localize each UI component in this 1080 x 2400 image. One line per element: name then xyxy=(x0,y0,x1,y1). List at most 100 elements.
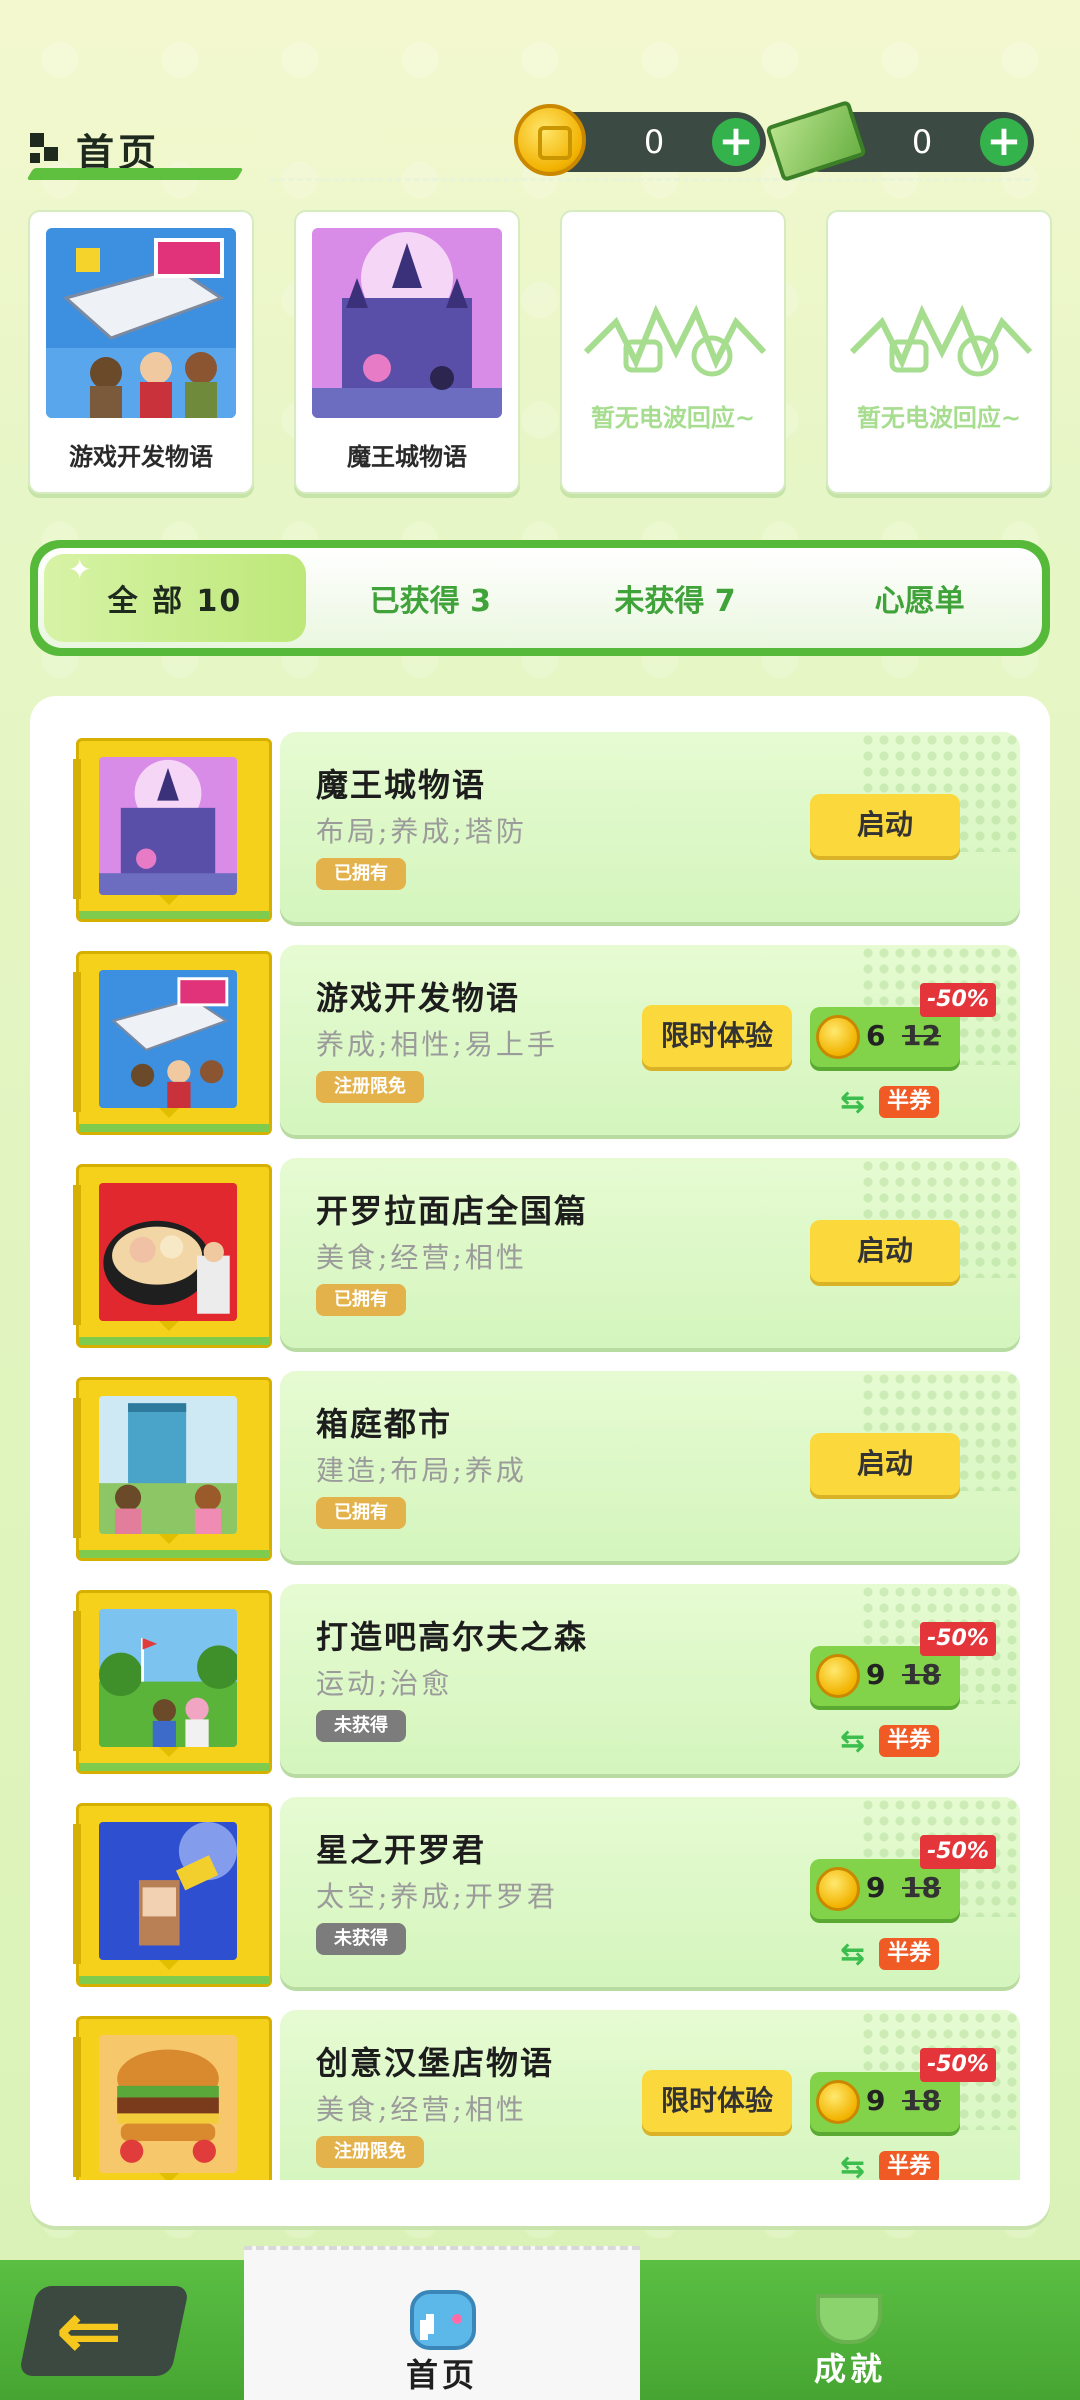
tab-owned[interactable]: 已获得 3 xyxy=(308,576,553,620)
status-badge: 已拥有 xyxy=(316,1284,406,1316)
empty-slot[interactable]: 暂无电波回应~ xyxy=(560,210,786,494)
half-coupon-tag: 半券 xyxy=(879,1725,940,1757)
header: 首页 0 + 0 + xyxy=(0,0,1080,200)
list-item[interactable]: 打造吧高尔夫之森 运动;治愈 未获得 9 18 -50% ⇆ 半券 xyxy=(73,1584,1020,1778)
nav-achievements[interactable]: 成就 xyxy=(760,2286,940,2396)
game-card[interactable]: 创意汉堡店物语 美食;经营;相性 注册限免 限时体验 9 18 -50% ⇆ 半… xyxy=(280,2010,1020,2180)
nav-home[interactable]: 首页 xyxy=(244,2246,640,2400)
half-coupon[interactable]: ⇆ 半券 xyxy=(840,2150,940,2180)
cartridge-stripe xyxy=(79,1976,269,1984)
cartridge-notch xyxy=(159,1108,179,1118)
space-icon xyxy=(99,1822,237,1960)
coin-icon xyxy=(514,104,586,176)
game-tags: 布局;养成;塔防 xyxy=(316,815,527,848)
add-coin-button[interactable]: + xyxy=(712,118,760,166)
game-name: 星之开罗君 xyxy=(316,1831,487,1869)
game-name: 魔王城物语 xyxy=(316,766,487,804)
castle-icon xyxy=(99,757,237,895)
golf-icon xyxy=(99,1609,237,1747)
launch-button[interactable]: 启动 xyxy=(810,1433,960,1495)
coin-balance: 0 + xyxy=(514,104,766,176)
back-arrow-icon[interactable]: ⇐ xyxy=(44,2286,134,2376)
game-tags: 美食;经营;相性 xyxy=(316,1241,527,1274)
coin-icon xyxy=(816,2080,860,2124)
game-list[interactable]: 魔王城物语 布局;养成;塔防 已拥有 启动 游戏开发物语 养成;相性;易上手 注… xyxy=(30,696,1050,2180)
empty-slot-text: 暂无电波回应~ xyxy=(590,404,756,432)
game-cartridge xyxy=(73,1377,272,1561)
radio-wave-icon xyxy=(583,304,767,377)
empty-slot[interactable]: 暂无电波回应~ xyxy=(826,210,1052,494)
title-underline xyxy=(26,168,244,180)
cartridge-stripe xyxy=(79,911,269,919)
filter-tabs: 全 部 10 ✦ 已获得 3 未获得 7 心愿单 xyxy=(30,540,1050,656)
game-card[interactable]: 游戏开发物语 养成;相性;易上手 注册限免 限时体验 6 12 -50% ⇆ 半… xyxy=(280,945,1020,1135)
empty-slot-text: 暂无电波回应~ xyxy=(856,404,1022,432)
launch-button[interactable]: 启动 xyxy=(810,1220,960,1282)
tab-wishlist[interactable]: 心愿单 xyxy=(797,576,1042,620)
price-old: 12 xyxy=(902,1019,941,1052)
nav-achievements-label: 成就 xyxy=(813,2350,886,2388)
game-tags: 美食;经营;相性 xyxy=(316,2093,527,2126)
game-tags: 太空;养成;开罗君 xyxy=(316,1880,558,1913)
discount-badge: -50% xyxy=(920,2048,996,2082)
city-icon xyxy=(99,1396,237,1534)
game-cartridge xyxy=(73,951,272,1135)
tab-unowned[interactable]: 未获得 7 xyxy=(553,576,798,620)
status-badge: 注册限免 xyxy=(316,2136,424,2168)
list-item[interactable]: 箱庭都市 建造;布局;养成 已拥有 启动 xyxy=(73,1371,1020,1565)
discount-badge: -50% xyxy=(920,983,996,1017)
list-item[interactable]: 游戏开发物语 养成;相性;易上手 注册限免 限时体验 6 12 -50% ⇆ 半… xyxy=(73,945,1020,1139)
game-name: 创意汉堡店物语 xyxy=(316,2044,555,2082)
price-now: 9 xyxy=(866,2084,886,2117)
game-card[interactable]: 星之开罗君 太空;养成;开罗君 未获得 9 18 -50% ⇆ 半券 xyxy=(280,1797,1020,1987)
gamepad-icon xyxy=(410,2290,476,2350)
coin-icon xyxy=(816,1867,860,1911)
game-name: 箱庭都市 xyxy=(316,1405,453,1443)
list-item[interactable]: 星之开罗君 太空;养成;开罗君 未获得 9 18 -50% ⇆ 半券 xyxy=(73,1797,1020,1991)
trial-button[interactable]: 限时体验 xyxy=(642,1005,792,1067)
trophy-icon xyxy=(816,2294,882,2344)
trial-button[interactable]: 限时体验 xyxy=(642,2070,792,2132)
game-name: 游戏开发物语 xyxy=(316,979,521,1017)
console-icon xyxy=(99,970,237,1108)
cartridge-stripe xyxy=(79,1550,269,1558)
cartridge-notch xyxy=(159,1321,179,1331)
cartridge-stripe xyxy=(79,1763,269,1771)
half-coupon[interactable]: ⇆ 半券 xyxy=(840,1724,940,1759)
cartridge-notch xyxy=(159,1747,179,1757)
sparkle-icon: ✦ xyxy=(68,553,92,586)
burger-icon xyxy=(99,2035,237,2173)
game-card[interactable]: 打造吧高尔夫之森 运动;治愈 未获得 9 18 -50% ⇆ 半券 xyxy=(280,1584,1020,1774)
list-item[interactable]: 创意汉堡店物语 美食;经营;相性 注册限免 限时体验 9 18 -50% ⇆ 半… xyxy=(73,2010,1020,2180)
price-old: 18 xyxy=(902,1658,941,1691)
status-badge: 未获得 xyxy=(316,1710,406,1742)
game-name: 开罗拉面店全国篇 xyxy=(316,1192,589,1230)
game-cartridge xyxy=(73,738,272,922)
half-coupon-tag: 半券 xyxy=(879,1086,940,1118)
list-item[interactable]: 魔王城物语 布局;养成;塔防 已拥有 启动 xyxy=(73,732,1020,926)
half-coupon[interactable]: ⇆ 半券 xyxy=(840,1085,940,1120)
half-coupon[interactable]: ⇆ 半券 xyxy=(840,1937,940,1972)
price-old: 18 xyxy=(902,1871,941,1904)
game-tags: 建造;布局;养成 xyxy=(316,1454,527,1487)
cartridge-notch xyxy=(159,2173,179,2180)
price-old: 18 xyxy=(902,2084,941,2117)
title-divider xyxy=(270,178,1030,182)
game-tags: 养成;相性;易上手 xyxy=(316,1028,558,1061)
recent-card[interactable]: 魔王城物语 xyxy=(294,210,520,494)
castle-icon xyxy=(312,228,502,418)
add-cash-button[interactable]: + xyxy=(980,118,1028,166)
radio-wave-icon xyxy=(849,304,1033,377)
recent-card-name: 游戏开发物语 xyxy=(69,443,213,471)
launch-button[interactable]: 启动 xyxy=(810,794,960,856)
recent-card[interactable]: 游戏开发物语 xyxy=(28,210,254,494)
cartridge-stripe xyxy=(79,1337,269,1345)
cartridge-notch xyxy=(159,895,179,905)
game-card[interactable]: 魔王城物语 布局;养成;塔防 已拥有 启动 xyxy=(280,732,1020,922)
status-badge: 已拥有 xyxy=(316,858,406,890)
game-card[interactable]: 箱庭都市 建造;布局;养成 已拥有 启动 xyxy=(280,1371,1020,1561)
cartridge-notch xyxy=(159,1534,179,1544)
game-card[interactable]: 开罗拉面店全国篇 美食;经营;相性 已拥有 启动 xyxy=(280,1158,1020,1348)
list-item[interactable]: 开罗拉面店全国篇 美食;经营;相性 已拥有 启动 xyxy=(73,1158,1020,1352)
recent-games: 游戏开发物语 魔王城物语 暂无电波回应~ 暂无电波回应~ xyxy=(28,210,1052,494)
